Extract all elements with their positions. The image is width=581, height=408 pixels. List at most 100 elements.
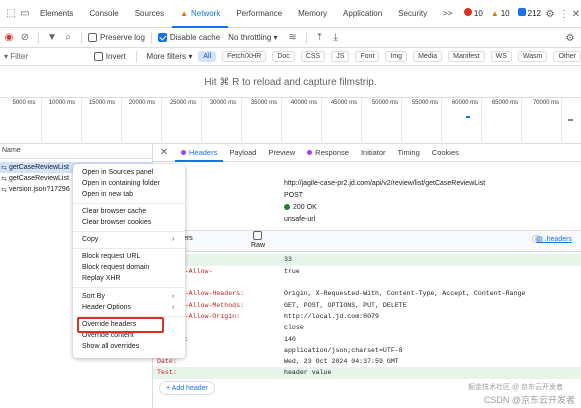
menu-item-header-options[interactable]: Header Options › — [82, 304, 178, 311]
header-row[interactable]: Control-Allow- true — [153, 266, 581, 278]
general-row-referrer: Policy: unsafe-url — [153, 214, 581, 225]
filter-input[interactable]: ▾ Filter — [4, 52, 88, 61]
menu-item-block-url[interactable]: Block request URL — [82, 253, 140, 260]
filter-chip-ws[interactable]: WS — [490, 51, 512, 62]
timeline-tick: 70000 ms — [532, 100, 560, 106]
menu-item-sort-by-label: Sort By — [82, 293, 105, 300]
header-row[interactable]: Date: Wed, 23 Oct 2024 04:37:59 GMT — [153, 356, 581, 368]
import-har-icon[interactable]: ⤒ — [313, 31, 327, 45]
checkbox-icon — [253, 231, 262, 241]
header-row[interactable]: -Type: application/json;charset=UTF-8 — [153, 345, 581, 357]
filter-icon[interactable]: ▼ — [45, 31, 59, 45]
request-list-header[interactable]: Name — [0, 147, 152, 159]
menu-item-copy-label: Copy — [82, 236, 99, 243]
throttling-value: No throttling — [228, 33, 272, 42]
network-settings-icon[interactable]: ⚙ — [563, 31, 577, 45]
tab-cookies[interactable]: Cookies — [426, 144, 465, 162]
tab-console[interactable]: Console — [81, 0, 126, 28]
menu-item-override-content[interactable]: Override content — [82, 332, 134, 339]
headers-file-link[interactable]: ▤ .headers — [536, 235, 572, 243]
warning-icon: ▲ — [180, 8, 188, 18]
tab-headers[interactable]: Headers — [175, 144, 224, 162]
more-tabs-button[interactable]: >> — [435, 0, 460, 28]
tab-network-label: Network — [191, 8, 221, 18]
menu-item-clear-cache[interactable]: Clear browser cache — [82, 208, 146, 215]
chevron-right-icon: › — [172, 236, 175, 243]
warning-count: ▲ 10 — [491, 9, 510, 18]
header-value: Origin, X-Requested-With, Content-Type, … — [284, 290, 526, 298]
filter-chip-js[interactable]: JS — [331, 51, 350, 62]
clear-icon[interactable]: ⊘ — [18, 31, 32, 45]
close-devtools-icon[interactable]: ✕ — [569, 7, 581, 21]
tab-network[interactable]: ▲ Network — [172, 0, 229, 28]
record-icon[interactable]: ◉ — [2, 31, 16, 45]
menu-item-block-domain[interactable]: Block request domain — [82, 264, 149, 271]
menu-divider — [73, 231, 185, 232]
menu-item-replay-xhr[interactable]: Replay XHR — [82, 275, 121, 282]
filter-chip-wasm[interactable]: Wasm — [517, 51, 548, 62]
menu-item-open-in-folder[interactable]: Open in containing folder — [82, 180, 160, 187]
header-row[interactable]: Control-Allow-Origin: http://local.jd.co… — [153, 311, 581, 323]
tab-preview[interactable]: Preview — [262, 144, 301, 162]
settings-gear-icon[interactable]: ⚙ — [543, 7, 557, 21]
close-detail-icon[interactable]: ✕ — [157, 146, 171, 160]
header-row[interactable]: -Length: 140 — [153, 334, 581, 346]
xhr-icon: ⇆ — [1, 186, 7, 194]
menu-item-sort-by[interactable]: Sort By › — [82, 293, 178, 300]
menu-item-show-overrides[interactable]: Show all overrides — [82, 343, 139, 350]
menu-item-clear-cookies[interactable]: Clear browser cookies — [82, 219, 151, 226]
add-header-button[interactable]: + Add header — [159, 381, 215, 395]
disable-cache-checkbox[interactable]: Disable cache — [157, 33, 220, 43]
tab-security[interactable]: Security — [390, 0, 435, 28]
tab-memory[interactable]: Memory — [290, 0, 335, 28]
filter-chip-fetch-xhr[interactable]: Fetch/XHR — [222, 51, 267, 62]
timeline-tick: 15000 ms — [88, 100, 116, 106]
error-count-value: 10 — [473, 9, 483, 18]
filter-chip-doc[interactable]: Doc — [272, 51, 295, 62]
timeline-gridline — [441, 98, 442, 144]
raw-toggle[interactable] — [253, 231, 265, 241]
header-row[interactable]: Control-Allow-Headers: Origin, X-Request… — [153, 288, 581, 300]
export-har-icon[interactable]: ⤓ — [329, 31, 343, 45]
invert-checkbox[interactable]: Invert — [93, 52, 126, 62]
filter-chip-other[interactable]: Other — [553, 51, 581, 62]
menu-item-copy[interactable]: Copy › — [82, 236, 178, 243]
header-row[interactable]: Test: header value — [153, 367, 581, 379]
tab-elements[interactable]: Elements — [32, 0, 81, 28]
header-row[interactable]: ials: — [153, 277, 581, 289]
timeline-tick: 50000 ms — [371, 100, 399, 106]
filter-chip-font[interactable]: Font — [355, 51, 380, 62]
timeline-overview[interactable]: 5000 ms 10000 ms 15000 ms 20000 ms 25000… — [0, 98, 581, 144]
response-headers-section[interactable]: se Headers Raw ⓘ ▤ .headers — [153, 230, 581, 252]
inspect-element-icon[interactable]: ⬚ — [4, 7, 18, 21]
tab-initiator[interactable]: Initiator — [355, 144, 392, 162]
menu-item-open-in-sources[interactable]: Open in Sources panel — [82, 169, 153, 176]
tab-payload[interactable]: Payload — [223, 144, 262, 162]
issue-counts[interactable]: 10 ▲ 10 212 — [463, 8, 541, 18]
tab-response[interactable]: Response — [301, 144, 355, 162]
header-row[interactable]: 33 — [153, 254, 581, 266]
header-row[interactable]: Control-Allow-Methods: GET, POST, OPTION… — [153, 300, 581, 312]
filter-chip-all[interactable]: All — [198, 51, 217, 62]
more-filters-dropdown[interactable]: More filters ▾ — [147, 52, 193, 61]
tab-timing[interactable]: Timing — [392, 144, 426, 162]
filter-chip-manifest[interactable]: Manifest — [448, 51, 485, 62]
throttling-select[interactable]: No throttling ▾ — [228, 33, 277, 42]
menu-item-open-in-new-tab[interactable]: Open in new tab — [82, 191, 133, 198]
search-icon[interactable]: ⌕ — [61, 31, 75, 45]
filter-chip-media[interactable]: Media — [413, 51, 443, 62]
tab-sources[interactable]: Sources — [127, 0, 172, 28]
filter-chip-img[interactable]: Img — [385, 51, 408, 62]
filter-chip-css[interactable]: CSS — [300, 51, 326, 62]
tab-performance[interactable]: Performance — [228, 0, 290, 28]
device-toolbar-icon[interactable]: ▭ — [18, 7, 32, 21]
network-conditions-icon[interactable]: ≋ — [286, 31, 300, 45]
timeline-request-mark — [568, 119, 573, 121]
preserve-log-checkbox[interactable]: Preserve log — [88, 33, 145, 43]
timeline-gridline — [121, 98, 122, 144]
tab-application[interactable]: Application — [335, 0, 390, 28]
timeline-tick: 65000 ms — [491, 100, 519, 106]
override-dot-icon — [181, 150, 186, 156]
header-row[interactable]: ion: close — [153, 322, 581, 334]
filter-bar: ▾ Filter Invert More filters ▾ All Fetch… — [0, 48, 581, 66]
